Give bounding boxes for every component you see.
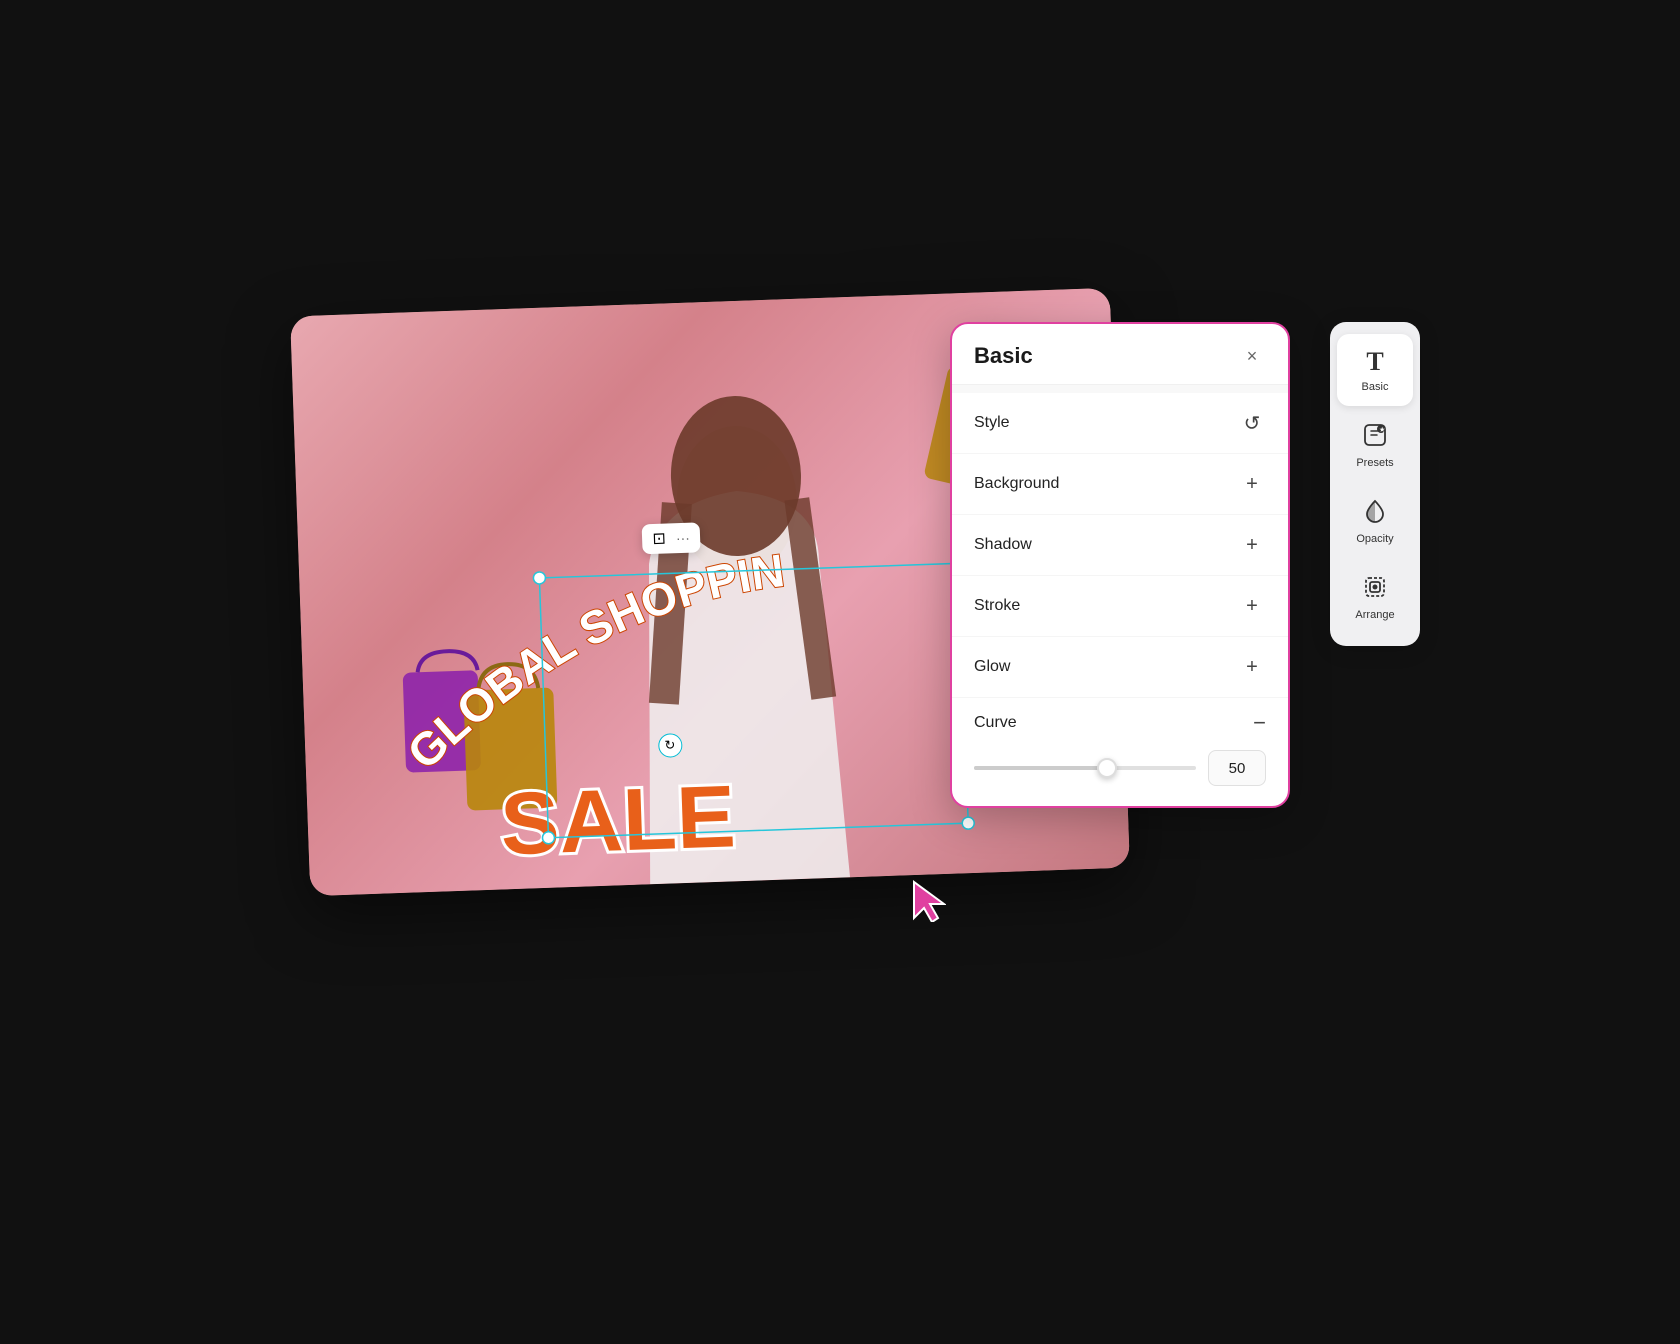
glow-label: Glow (974, 658, 1010, 676)
curve-section: Curve − 50 (952, 698, 1288, 806)
basic-panel: Basic × Style ↺ Background + Shadow + St… (950, 322, 1290, 808)
shadow-label: Shadow (974, 536, 1032, 554)
curve-label: Curve (974, 714, 1017, 732)
presets-icon: ★ (1363, 423, 1387, 453)
svg-text:SALE: SALE (499, 766, 737, 873)
curve-slider-thumb[interactable] (1097, 758, 1117, 778)
style-reset-icon[interactable]: ↺ (1238, 409, 1266, 437)
sidebar-item-presets[interactable]: ★ Presets (1337, 410, 1413, 482)
sidebar-item-arrange[interactable]: Arrange (1337, 562, 1413, 634)
basic-text-icon: T (1366, 347, 1383, 377)
sidebar-opacity-label: Opacity (1356, 533, 1393, 545)
sidebar-basic-label: Basic (1362, 381, 1389, 393)
right-sidebar: T Basic ★ Presets Opa (1330, 322, 1420, 646)
curve-header: Curve − (974, 712, 1266, 734)
curve-value-input[interactable]: 50 (1208, 750, 1266, 786)
sidebar-item-basic[interactable]: T Basic (1337, 334, 1413, 406)
sidebar-presets-label: Presets (1356, 457, 1393, 469)
curve-slider-track[interactable] (974, 766, 1196, 770)
cursor-arrow (910, 880, 946, 927)
style-row[interactable]: Style ↺ (952, 393, 1288, 454)
background-add-icon[interactable]: + (1238, 470, 1266, 498)
selection-icon: ⊡ (652, 529, 666, 549)
stroke-row[interactable]: Stroke + (952, 576, 1288, 637)
background-label: Background (974, 475, 1059, 493)
svg-text:★: ★ (1380, 427, 1386, 434)
background-row[interactable]: Background + (952, 454, 1288, 515)
glow-row[interactable]: Glow + (952, 637, 1288, 698)
opacity-icon (1363, 499, 1387, 529)
stroke-label: Stroke (974, 597, 1020, 615)
curve-slider-fill (974, 766, 1107, 770)
panel-title: Basic (974, 343, 1033, 369)
shadow-add-icon[interactable]: + (1238, 531, 1266, 559)
curve-slider-container: 50 (974, 750, 1266, 786)
selection-toolbar[interactable]: ⊡ ··· (642, 522, 700, 554)
arrange-icon (1363, 575, 1387, 605)
more-options-icon[interactable]: ··· (676, 530, 691, 546)
sidebar-arrange-label: Arrange (1355, 609, 1394, 621)
sidebar-item-opacity[interactable]: Opacity (1337, 486, 1413, 558)
stroke-add-icon[interactable]: + (1238, 592, 1266, 620)
shadow-row[interactable]: Shadow + (952, 515, 1288, 576)
close-button[interactable]: × (1238, 342, 1266, 370)
rotate-handle[interactable]: ↻ (658, 733, 683, 758)
style-label: Style (974, 414, 1010, 432)
panel-header: Basic × (952, 324, 1288, 385)
curve-collapse-icon[interactable]: − (1253, 712, 1266, 734)
glow-add-icon[interactable]: + (1238, 653, 1266, 681)
